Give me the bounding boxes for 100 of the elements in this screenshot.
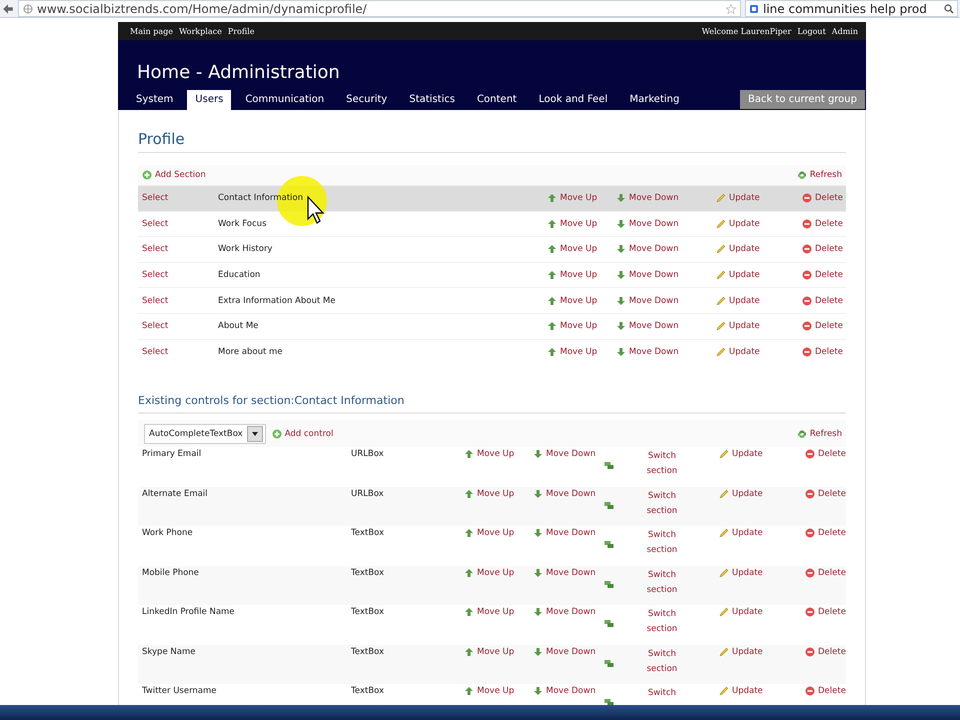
- select-link[interactable]: Select: [138, 218, 218, 229]
- nav-tab[interactable]: Marketing: [622, 90, 688, 110]
- section-row[interactable]: Select Work History Move Up Move Down Update Delete: [138, 236, 846, 262]
- top-link[interactable]: Workplace: [178, 26, 222, 36]
- nav-tab[interactable]: Look and Feel: [530, 90, 616, 110]
- update-link[interactable]: Update: [716, 321, 802, 332]
- pencil-icon: [719, 528, 729, 538]
- refresh-link[interactable]: Refresh: [796, 428, 842, 439]
- select-link[interactable]: Select: [138, 270, 218, 280]
- update-link[interactable]: Update: [719, 646, 805, 657]
- switch-section-link[interactable]: Switch section: [633, 528, 691, 558]
- delete-link[interactable]: Delete: [805, 607, 846, 618]
- section-row[interactable]: Select About Me Move Up Move Down Update Delete: [138, 312, 846, 339]
- update-link[interactable]: Update: [719, 528, 805, 538]
- control-type-dropdown[interactable]: AutoCompleteTextBox: [144, 424, 266, 444]
- switch-section-link[interactable]: Switch section: [633, 488, 691, 519]
- move-down-link[interactable]: Move Down: [616, 346, 716, 357]
- move-up-link[interactable]: Move Up: [464, 607, 533, 618]
- move-down-link[interactable]: Move Down: [616, 218, 716, 229]
- move-down-link[interactable]: Move Down: [616, 193, 716, 204]
- delete-link[interactable]: Delete: [805, 488, 846, 499]
- nav-tab[interactable]: System: [128, 90, 182, 110]
- top-link[interactable]: Main page: [130, 26, 173, 36]
- delete-link[interactable]: Delete: [805, 528, 846, 538]
- select-link[interactable]: Select: [138, 321, 218, 332]
- update-link[interactable]: Update: [719, 607, 805, 618]
- delete-link[interactable]: Delete: [802, 218, 843, 229]
- nav-tab[interactable]: Content: [468, 90, 525, 110]
- top-link[interactable]: Admin: [832, 26, 858, 36]
- update-link[interactable]: Update: [719, 686, 805, 696]
- address-bar[interactable]: www.socialbiztrends.com/Home/admin/dynamicprofile/: [18, 0, 741, 17]
- update-link[interactable]: Update: [719, 488, 805, 499]
- move-up-link[interactable]: Move Up: [547, 244, 616, 254]
- move-up-link[interactable]: Move Up: [547, 270, 616, 280]
- update-link[interactable]: Update: [716, 244, 802, 254]
- section-row[interactable]: Select Education Move Up Move Down Update Delete: [138, 262, 846, 288]
- switch-section-link[interactable]: Switch section: [633, 568, 691, 598]
- delete-link[interactable]: Delete: [805, 568, 846, 578]
- nav-tab[interactable]: Communication: [237, 90, 332, 110]
- delete-link[interactable]: Delete: [805, 686, 846, 696]
- move-up-link[interactable]: Move Up: [547, 346, 616, 357]
- switch-section-link[interactable]: Switch section: [633, 646, 691, 677]
- delete-link[interactable]: Delete: [802, 270, 843, 280]
- delete-link[interactable]: Delete: [802, 346, 843, 357]
- update-link[interactable]: Update: [716, 296, 802, 306]
- add-control-link[interactable]: Add control: [272, 428, 334, 439]
- move-up-link[interactable]: Move Up: [464, 528, 533, 538]
- search-field[interactable]: line communities help prod: [745, 0, 958, 17]
- update-link[interactable]: Update: [716, 270, 802, 280]
- top-link[interactable]: Logout: [797, 26, 826, 36]
- move-up-link[interactable]: Move Up: [547, 296, 616, 306]
- delete-link[interactable]: Delete: [802, 244, 843, 254]
- move-down-link[interactable]: Move Down: [533, 528, 603, 538]
- nav-tab[interactable]: Security: [338, 90, 396, 110]
- select-link[interactable]: Select: [138, 296, 218, 306]
- update-link[interactable]: Update: [716, 193, 802, 204]
- switch-section-link[interactable]: Switch: [633, 686, 691, 702]
- move-down-link[interactable]: Move Down: [616, 296, 716, 306]
- move-up-link[interactable]: Move Up: [464, 449, 533, 460]
- select-link[interactable]: Select: [138, 346, 218, 357]
- section-row[interactable]: Select Work Focus Move Up Move Down Update Delete: [138, 210, 846, 236]
- move-down-link[interactable]: Move Down: [616, 270, 716, 280]
- top-link[interactable]: Profile: [228, 26, 254, 36]
- update-link[interactable]: Update: [716, 346, 802, 357]
- move-up-link[interactable]: Move Up: [547, 218, 616, 229]
- move-up-link[interactable]: Move Up: [464, 646, 533, 657]
- switch-section-link[interactable]: Switch section: [633, 607, 691, 638]
- update-link[interactable]: Update: [719, 568, 805, 578]
- control-type: TextBox: [351, 646, 385, 657]
- add-icon: [142, 170, 152, 180]
- section-row[interactable]: Select Extra Information About Me Move Up Move Down Update Delete: [138, 287, 846, 313]
- delete-link[interactable]: Delete: [805, 646, 846, 657]
- delete-link[interactable]: Delete: [802, 193, 843, 204]
- move-down-link[interactable]: Move Down: [533, 646, 603, 657]
- nav-tab[interactable]: Statistics: [401, 90, 463, 110]
- move-down-link[interactable]: Move Down: [533, 488, 603, 499]
- move-up-link[interactable]: Move Up: [464, 686, 533, 696]
- move-down-link[interactable]: Move Down: [533, 686, 603, 696]
- move-up-link[interactable]: Move Up: [464, 568, 533, 578]
- delete-link[interactable]: Delete: [802, 321, 843, 332]
- select-link[interactable]: Select: [138, 193, 218, 204]
- move-up-link[interactable]: Move Up: [547, 321, 616, 332]
- down-arrow-icon: [616, 244, 626, 254]
- move-down-link[interactable]: Move Down: [616, 321, 716, 332]
- move-down-link[interactable]: Move Down: [533, 607, 603, 618]
- select-link[interactable]: Select: [138, 244, 218, 254]
- delete-link[interactable]: Delete: [802, 296, 843, 306]
- move-down-link[interactable]: Move Down: [533, 568, 603, 578]
- move-down-link[interactable]: Move Down: [616, 244, 716, 254]
- move-up-link[interactable]: Move Up: [464, 488, 533, 499]
- update-link[interactable]: Update: [716, 218, 802, 229]
- add-section-link[interactable]: Add Section: [142, 170, 206, 180]
- switch-section-link[interactable]: Switch section: [633, 449, 691, 480]
- delete-link[interactable]: Delete: [805, 449, 846, 460]
- refresh-link[interactable]: Refresh: [796, 170, 842, 180]
- move-up-link[interactable]: Move Up: [547, 193, 616, 204]
- move-down-link[interactable]: Move Down: [533, 449, 603, 460]
- nav-tab[interactable]: Users: [187, 90, 232, 110]
- update-link[interactable]: Update: [719, 449, 805, 460]
- section-row[interactable]: Select More about me Move Up Move Down Update Delete: [138, 338, 846, 364]
